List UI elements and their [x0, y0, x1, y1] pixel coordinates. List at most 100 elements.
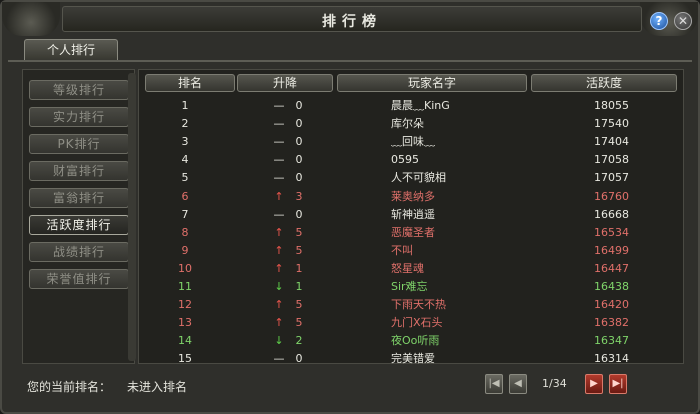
left-corner-ornament: [2, 2, 60, 36]
change-arrow-icon: ↑: [274, 261, 284, 275]
sidebar-item-pk[interactable]: PK排行: [29, 134, 129, 154]
table-row[interactable]: 10 ↑ 1 怒星魂 16447: [139, 260, 685, 278]
change-arrow-icon: ↓: [274, 334, 284, 348]
change-value: 2: [295, 334, 303, 348]
current-rank-value: 未进入排名: [127, 380, 188, 394]
table-row[interactable]: 2 — 0 库尔朵 17540: [139, 115, 685, 133]
header-rank[interactable]: 排名: [145, 74, 235, 92]
table-row[interactable]: 14 ↓ 2 夜Oo听雨 16347: [139, 332, 685, 350]
table-row[interactable]: 15 — 0 完美错爱 16314: [139, 350, 685, 368]
table-row[interactable]: 6 ↑ 3 莱奥纳多 16760: [139, 188, 685, 206]
change-value: 0: [295, 99, 303, 112]
rank-cell: 5: [181, 171, 189, 185]
change-arrow-icon: —: [273, 117, 285, 131]
table-row[interactable]: 9 ↑ 5 不叫 16499: [139, 242, 685, 260]
rank-cell: 6: [181, 189, 189, 203]
player-name: 完美错爱: [391, 352, 435, 366]
table-row[interactable]: 5 — 0 人不可貌相 17057: [139, 169, 685, 187]
change-value: 5: [295, 225, 303, 239]
rank-cell: 8: [181, 225, 189, 239]
help-icon[interactable]: ?: [650, 12, 668, 30]
header-change[interactable]: 升降: [237, 74, 333, 92]
leaderboard-window: 排行榜 ? ✕ 个人排行 等级排行 实力排行 PK排行 财富排行 富翁排行 活跃…: [0, 0, 700, 414]
rank-cell: 3: [181, 135, 189, 149]
change-arrow-icon: ↑: [274, 243, 284, 257]
change-arrow-icon: —: [273, 99, 285, 112]
activity-score: 16760: [594, 189, 629, 203]
activity-score: 17404: [594, 135, 629, 149]
tab-personal-ranking[interactable]: 个人排行: [24, 39, 118, 61]
change-value: 5: [295, 298, 303, 312]
player-name: 九门X石头: [391, 316, 443, 330]
header-name[interactable]: 玩家名字: [337, 74, 527, 92]
last-page-icon[interactable]: ▶|: [609, 374, 627, 394]
change-arrow-icon: ↑: [274, 316, 284, 330]
sidebar-item-rich[interactable]: 富翁排行: [29, 188, 129, 208]
player-name: 库尔朵: [391, 117, 424, 131]
activity-score: 17058: [594, 153, 629, 167]
rank-cell: 2: [181, 117, 189, 131]
change-value: 3: [295, 189, 303, 203]
activity-score: 16668: [594, 207, 629, 221]
activity-score: 17057: [594, 171, 629, 185]
player-name: 斩神逍遥: [391, 207, 435, 221]
header-score[interactable]: 活跃度: [531, 74, 677, 92]
activity-score: 16420: [594, 298, 629, 312]
change-arrow-icon: —: [273, 352, 285, 366]
category-sidebar: 等级排行 实力排行 PK排行 财富排行 富翁排行 活跃度排行 战绩排行 荣誉值排…: [22, 69, 135, 364]
change-value: 0: [295, 135, 303, 149]
window-title: 排行榜: [322, 14, 382, 30]
player-name: 夜Oo听雨: [391, 334, 440, 348]
sidebar-item-level[interactable]: 等级排行: [29, 80, 129, 100]
activity-score: 16382: [594, 316, 629, 330]
rank-cell: 12: [178, 298, 192, 312]
table-row[interactable]: 13 ↑ 5 九门X石头 16382: [139, 314, 685, 332]
table-row[interactable]: 1 — 0 晨晨﹏KinG 18055: [139, 97, 685, 115]
player-name: 莱奥纳多: [391, 189, 435, 203]
sidebar-scrollbar[interactable]: [128, 73, 136, 361]
rank-cell: 11: [178, 280, 192, 293]
sidebar-item-battle[interactable]: 战绩排行: [29, 242, 129, 262]
title-bar[interactable]: 排行榜: [62, 6, 642, 32]
player-name: 0595: [391, 153, 419, 167]
table-row[interactable]: 4 — 0 0595 17058: [139, 151, 685, 169]
table-row[interactable]: 7 — 0 斩神逍遥 16668: [139, 206, 685, 224]
close-icon[interactable]: ✕: [674, 12, 692, 30]
change-arrow-icon: —: [273, 171, 285, 185]
sidebar-item-strength[interactable]: 实力排行: [29, 107, 129, 127]
player-name: 怒星魂: [391, 261, 424, 275]
change-value: 0: [295, 117, 303, 131]
player-name: 下雨天不热: [391, 298, 446, 312]
activity-score: 16534: [594, 225, 629, 239]
change-arrow-icon: ↑: [274, 298, 284, 312]
rank-cell: 10: [178, 261, 192, 275]
sidebar-item-activity[interactable]: 活跃度排行: [29, 215, 129, 235]
rank-cell: 9: [181, 243, 189, 257]
change-value: 5: [295, 316, 303, 330]
sidebar-item-wealth[interactable]: 财富排行: [29, 161, 129, 181]
table-row[interactable]: 12 ↑ 5 下雨天不热 16420: [139, 296, 685, 314]
next-page-icon[interactable]: ▶: [585, 374, 603, 394]
table-row[interactable]: 8 ↑ 5 恶魔圣者 16534: [139, 224, 685, 242]
activity-score: 16499: [594, 243, 629, 257]
tab-divider: [8, 60, 692, 62]
change-value: 1: [295, 280, 303, 293]
page-indicator: 1/34: [542, 377, 567, 390]
player-name: 晨晨﹏KinG: [391, 99, 450, 112]
sidebar-item-honor[interactable]: 荣誉值排行: [29, 269, 129, 289]
table-row[interactable]: 11 ↓ 1 Sir难忘 16438: [139, 278, 685, 296]
change-value: 0: [295, 153, 303, 167]
change-value: 0: [295, 352, 303, 366]
change-value: 0: [295, 171, 303, 185]
player-name: Sir难忘: [391, 280, 428, 293]
ranking-table: 排名 升降 玩家名字 活跃度 1—0 晨晨﹏KinG 18055 2—0 库尔朵 1754…: [138, 69, 685, 365]
player-name: 人不可貌相: [391, 171, 446, 185]
player-name: 不叫: [391, 243, 413, 257]
rank-cell: 7: [181, 207, 189, 221]
rank-cell: 15: [178, 352, 192, 366]
prev-page-icon[interactable]: ◀: [509, 374, 527, 394]
change-arrow-icon: —: [273, 153, 285, 167]
first-page-icon[interactable]: |◀: [485, 374, 503, 394]
change-arrow-icon: ↓: [274, 280, 284, 293]
table-row[interactable]: 3 — 0 ﹏回味﹏ 17404: [139, 133, 685, 151]
